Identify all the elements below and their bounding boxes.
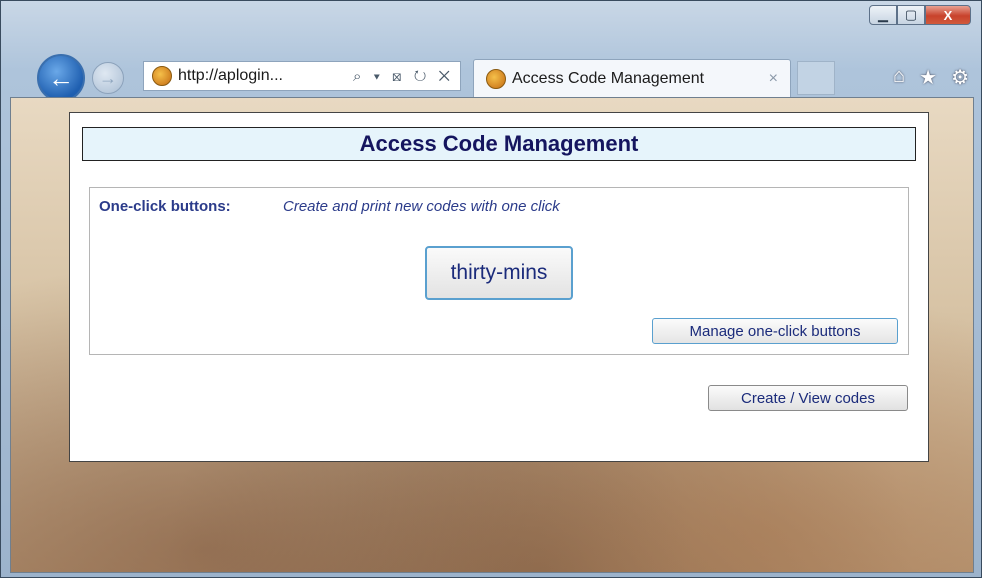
page-viewport: Access Code Management One-click buttons… [10, 97, 974, 573]
forward-button[interactable]: → [92, 62, 124, 94]
tab-access-code-management[interactable]: Access Code Management × [473, 59, 791, 97]
tab-close-icon[interactable]: × [769, 70, 778, 88]
page-title: Access Code Management [82, 127, 916, 161]
one-click-section: One-click buttons: Create and print new … [89, 187, 909, 355]
close-window-button[interactable]: X [925, 5, 971, 25]
back-arrow-icon: ← [48, 62, 74, 93]
window-controls: ▁ ▢ X [869, 5, 971, 25]
favorites-star-icon[interactable]: ★ [919, 65, 937, 90]
tab-title: Access Code Management [512, 69, 705, 87]
create-view-codes-button[interactable]: Create / View codes [708, 385, 908, 411]
browser-window: ▁ ▢ X ← → http://aplogin... ⌕ ▾ ⊠ ↻ ✕ Ac… [0, 0, 982, 578]
one-click-label: One-click buttons: [99, 198, 231, 215]
address-bar[interactable]: http://aplogin... ⌕ ▾ ⊠ ↻ ✕ [143, 61, 461, 91]
forward-arrow-icon: → [99, 67, 117, 88]
tab-site-icon [486, 68, 506, 89]
address-bar-tools[interactable]: ⌕ ▾ ⊠ ↻ ✕ [353, 68, 454, 85]
settings-gear-icon[interactable]: ⚙ [951, 65, 969, 90]
manage-one-click-buttons-button[interactable]: Manage one-click buttons [652, 318, 898, 344]
one-click-description: Create and print new codes with one clic… [283, 198, 560, 215]
browser-toolbar: ⌂ ★ ⚙ [893, 65, 969, 90]
content-panel: Access Code Management One-click buttons… [69, 112, 929, 462]
new-tab-button[interactable] [797, 61, 835, 95]
site-icon [152, 66, 172, 86]
thirty-mins-button[interactable]: thirty-mins [425, 246, 573, 300]
minimize-button[interactable]: ▁ [869, 5, 897, 25]
maximize-button[interactable]: ▢ [897, 5, 925, 25]
home-icon[interactable]: ⌂ [893, 65, 905, 90]
address-text: http://aplogin... [178, 67, 283, 84]
back-button[interactable]: ← [37, 54, 85, 102]
